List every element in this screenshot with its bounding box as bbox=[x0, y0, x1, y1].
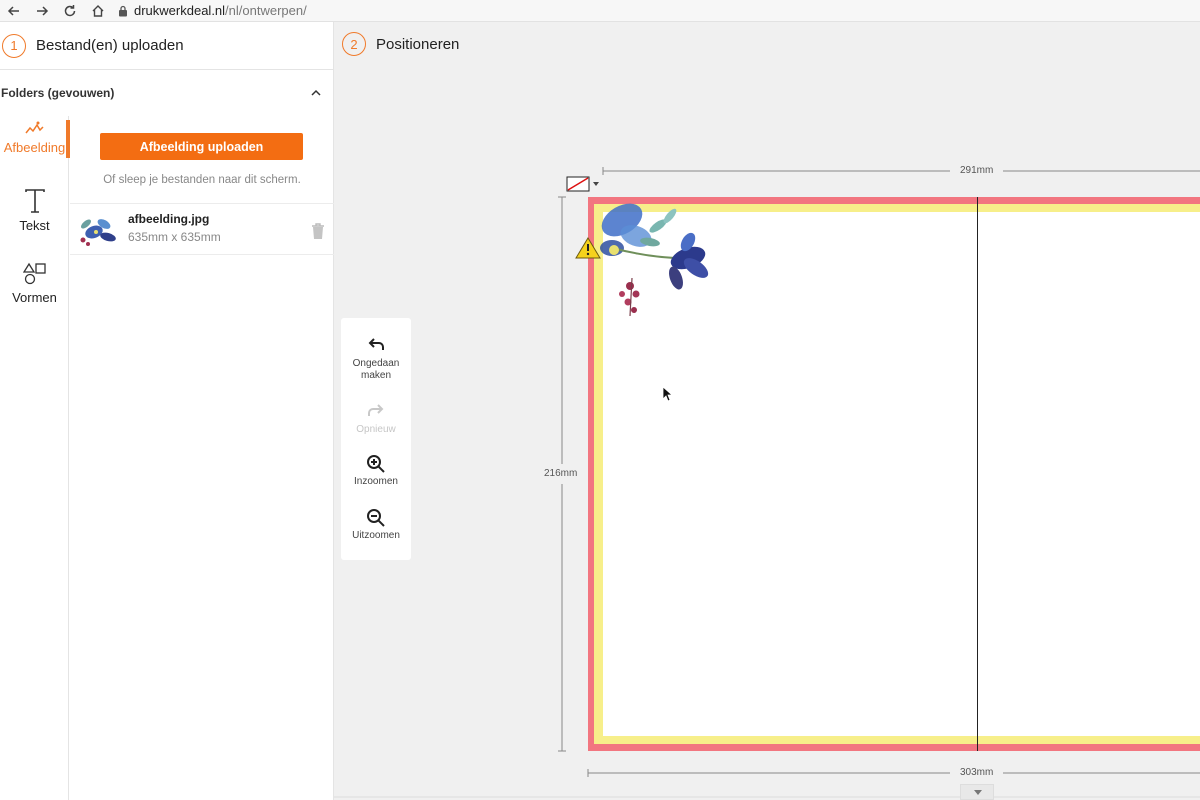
image-wave-icon bbox=[24, 121, 44, 134]
zoom-in-button[interactable]: Inzoomen bbox=[341, 454, 411, 488]
left-panel: 1 Bestand(en) uploaden Folders (gevouwen… bbox=[0, 22, 334, 800]
product-label: Folders (gevouwen) bbox=[1, 86, 115, 100]
browser-toolbar: drukwerkdeal.nl/nl/ontwerpen/ bbox=[0, 0, 1200, 22]
upload-image-button[interactable]: Afbeelding uploaden bbox=[100, 133, 303, 160]
width-bottom-label: 303mm bbox=[960, 767, 994, 778]
step1-number: 1 bbox=[2, 33, 26, 58]
step2-header: 2 Positioneren bbox=[334, 22, 1200, 66]
file-dimensions: 635mm x 635mm bbox=[128, 230, 221, 244]
width-top-label: 291mm bbox=[960, 165, 994, 176]
bleed-toggle-icon[interactable] bbox=[566, 176, 600, 192]
shapes-icon bbox=[22, 262, 46, 285]
tool-tekst[interactable]: Tekst bbox=[0, 188, 69, 233]
fold-line bbox=[977, 197, 978, 751]
chevron-up-icon[interactable] bbox=[309, 86, 323, 100]
undo-icon bbox=[368, 338, 384, 350]
redo-label: Opnieuw bbox=[356, 424, 396, 435]
zoom-in-icon bbox=[367, 455, 385, 473]
file-name: afbeelding.jpg bbox=[128, 212, 210, 226]
reload-button[interactable] bbox=[56, 0, 84, 22]
step1-title: Bestand(en) uploaden bbox=[36, 37, 184, 54]
reload-icon bbox=[64, 4, 76, 16]
tool-vormen[interactable]: Vormen bbox=[0, 262, 69, 305]
mouse-cursor-icon bbox=[662, 386, 674, 402]
warning-icon[interactable] bbox=[575, 237, 601, 259]
home-icon bbox=[92, 4, 104, 17]
trash-icon[interactable] bbox=[310, 222, 326, 240]
text-t-icon bbox=[24, 189, 45, 213]
redo-icon bbox=[368, 404, 384, 416]
home-button[interactable] bbox=[84, 0, 112, 22]
step2-number: 2 bbox=[342, 32, 366, 56]
back-button[interactable] bbox=[0, 0, 28, 22]
url-domain: drukwerkdeal.nl bbox=[134, 3, 226, 18]
undo-label: Ongedaan maken bbox=[352, 358, 400, 381]
placed-flower-image[interactable] bbox=[592, 198, 716, 322]
redo-button[interactable]: Opnieuw bbox=[341, 402, 411, 436]
forward-button[interactable] bbox=[28, 0, 56, 22]
zoom-in-label: Inzoomen bbox=[354, 476, 398, 487]
tool-tekst-label: Tekst bbox=[19, 218, 50, 233]
step1-header: 1 Bestand(en) uploaden bbox=[0, 22, 333, 70]
tool-sidebar: Afbeelding Tekst Vormen bbox=[0, 116, 70, 800]
address-bar[interactable]: drukwerkdeal.nl/nl/ontwerpen/ bbox=[118, 3, 307, 18]
lock-icon bbox=[119, 5, 127, 16]
arrow-right-icon bbox=[37, 5, 49, 16]
uploaded-file-item[interactable]: afbeelding.jpg 635mm x 635mm bbox=[70, 203, 334, 255]
arrow-left-icon bbox=[7, 5, 19, 16]
active-tool-indicator bbox=[66, 120, 70, 158]
height-label: 216mm bbox=[544, 468, 578, 479]
tool-afbeelding[interactable]: Afbeelding bbox=[0, 120, 70, 158]
zoom-out-label: Uitzoomen bbox=[352, 530, 400, 541]
product-dropdown[interactable]: Folders (gevouwen) bbox=[0, 70, 333, 116]
tool-afbeelding-label: Afbeelding bbox=[3, 140, 66, 155]
tool-vormen-label: Vormen bbox=[12, 290, 57, 305]
canvas-tool-panel: Ongedaan maken Opnieuw Inzoomen Uitzoome… bbox=[341, 318, 411, 560]
drop-hint: Of sleep je bestanden naar dit scherm. bbox=[103, 174, 301, 186]
undo-button[interactable]: Ongedaan maken bbox=[341, 336, 411, 382]
url-path: /nl/ontwerpen/ bbox=[225, 3, 307, 18]
zoom-out-button[interactable]: Uitzoomen bbox=[341, 508, 411, 542]
file-thumbnail bbox=[74, 210, 120, 250]
bottom-panel-toggle[interactable] bbox=[960, 784, 994, 800]
zoom-out-icon bbox=[367, 509, 385, 527]
step2-title: Positioneren bbox=[376, 35, 460, 53]
chevron-down-icon bbox=[974, 790, 982, 795]
